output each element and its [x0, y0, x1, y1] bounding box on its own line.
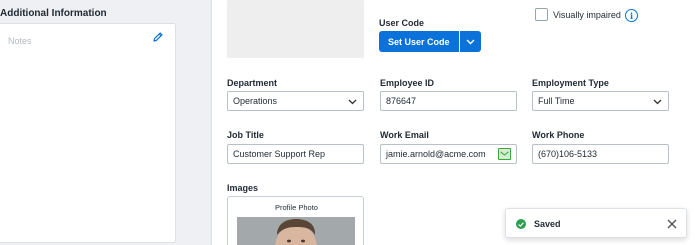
visually-impaired-checkbox[interactable] — [535, 8, 548, 21]
profile-photo-card[interactable]: Profile Photo — [227, 196, 364, 245]
department-label: Department — [227, 78, 278, 88]
employment-type-value: Full Time — [538, 96, 575, 106]
photo-placeholder — [227, 0, 364, 58]
saved-toast: Saved — [505, 208, 687, 238]
page: Additional Information Notes User Code S… — [0, 0, 700, 245]
work-email-input[interactable]: jamie.arnold@acme.com — [380, 144, 517, 164]
notes-placeholder: Notes — [8, 36, 32, 46]
set-user-code-button[interactable]: Set User Code — [379, 31, 459, 52]
job-title-input[interactable]: Customer Support Rep — [227, 144, 364, 164]
info-icon[interactable]: i — [625, 9, 638, 22]
employee-id-label: Employee ID — [380, 78, 435, 88]
check-circle-icon — [516, 219, 526, 229]
work-email-value: jamie.arnold@acme.com — [386, 149, 486, 159]
chevron-down-icon — [653, 97, 662, 106]
employment-type-label: Employment Type — [532, 78, 609, 88]
profile-photo — [237, 217, 355, 245]
job-title-value: Customer Support Rep — [233, 149, 326, 159]
images-label: Images — [227, 183, 259, 193]
chevron-down-icon[interactable] — [459, 31, 481, 52]
user-code-label: User Code — [379, 18, 425, 28]
additional-info-heading: Additional Information — [0, 8, 107, 19]
toast-message: Saved — [534, 219, 561, 229]
work-email-label: Work Email — [380, 130, 429, 140]
notes-panel[interactable]: Notes — [0, 23, 176, 243]
department-value: Operations — [233, 96, 278, 106]
department-select[interactable]: Operations — [227, 91, 364, 111]
profile-photo-caption: Profile Photo — [275, 203, 318, 212]
work-phone-value: (670)106-5133 — [538, 149, 598, 159]
pencil-icon[interactable] — [151, 30, 165, 44]
job-title-label: Job Title — [227, 130, 264, 140]
employee-id-value: 876647 — [386, 96, 417, 106]
work-phone-label: Work Phone — [532, 130, 585, 140]
chevron-down-icon — [348, 97, 357, 106]
envelope-icon[interactable] — [498, 148, 511, 160]
employee-id-input[interactable]: 876647 — [380, 91, 517, 111]
employment-type-select[interactable]: Full Time — [532, 91, 669, 111]
close-icon[interactable] — [666, 218, 677, 229]
work-phone-input[interactable]: (670)106-5133 — [532, 144, 669, 164]
visually-impaired-label: Visually impaired — [553, 10, 621, 20]
set-user-code-split-button: Set User Code — [379, 31, 481, 52]
